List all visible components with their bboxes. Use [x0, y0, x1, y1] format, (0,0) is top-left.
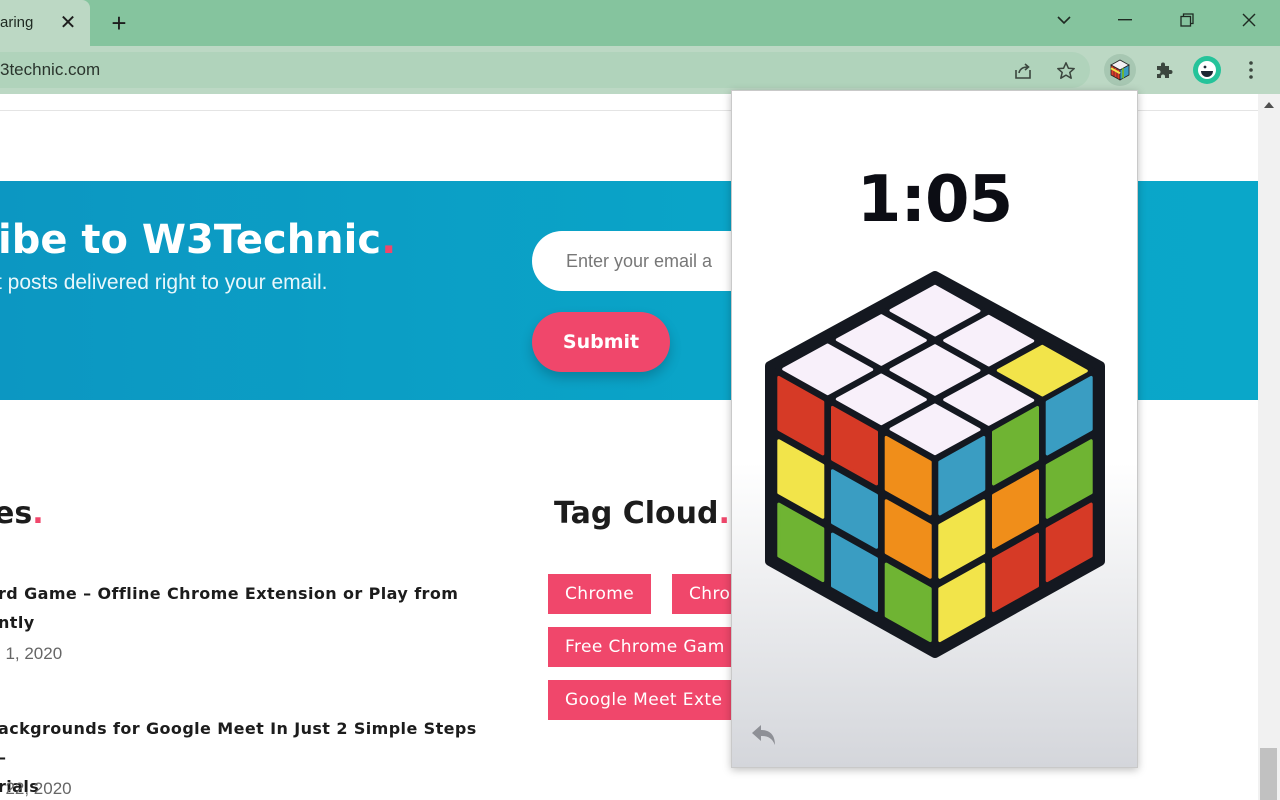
tab-search-button[interactable] [1034, 0, 1094, 40]
submit-button[interactable]: Submit [532, 312, 670, 372]
tab-close-icon[interactable]: ✕ [58, 10, 78, 34]
minimize-icon [1118, 19, 1132, 21]
post-date: : 1, 2020 [0, 644, 63, 663]
kebab-menu-icon [1249, 61, 1253, 79]
tab-title: aring [0, 14, 34, 31]
post-title-line: ntly [0, 613, 35, 632]
chevron-down-icon [1057, 16, 1071, 25]
page-scrollbar[interactable] [1258, 94, 1280, 800]
restore-icon [1180, 13, 1194, 27]
recent-posts-title-text: es [0, 496, 33, 531]
minimize-button[interactable] [1095, 0, 1155, 40]
active-tab[interactable]: aring ✕ [0, 0, 90, 46]
post-link[interactable]: rd Game – Offline Chrome Extension or Pl… [0, 579, 478, 637]
profile-avatar[interactable] [1191, 54, 1223, 86]
post-title-line: rd Game – Offline Chrome Extension or Pl… [0, 584, 459, 603]
post-title-line: rials [0, 777, 40, 796]
tag-cloud-title: Tag Cloud. [554, 496, 730, 531]
post-date: : 22, 2020 [0, 779, 72, 798]
subscribe-title-text: ibe to W3Technic [0, 217, 382, 263]
share-icon[interactable] [1011, 59, 1035, 83]
extensions-button[interactable] [1148, 54, 1180, 86]
tag-cloud-title-text: Tag Cloud [554, 496, 719, 531]
title-accent-dot: . [32, 496, 44, 531]
title-accent-dot: . [718, 496, 730, 531]
browser-titlebar: aring ✕ + [0, 0, 1280, 46]
scroll-thumb[interactable] [1260, 748, 1277, 800]
restore-button[interactable] [1157, 0, 1217, 40]
close-window-button[interactable] [1219, 0, 1279, 40]
tag-free-chrome-games[interactable]: Free Chrome Gam [548, 627, 748, 667]
rubiks-cube[interactable] [732, 91, 1137, 767]
undo-button[interactable] [750, 723, 778, 749]
cube-extension-popup: 1:05 [731, 90, 1138, 768]
url-text: 3technic.com [0, 60, 101, 79]
new-tab-button[interactable]: + [106, 8, 132, 38]
cube-extension-button[interactable] [1104, 54, 1136, 86]
post-title-line: ackgrounds for Google Meet In Just 2 Sim… [0, 719, 477, 767]
tag-google-meet-extensions[interactable]: Google Meet Exte [548, 680, 748, 720]
bookmark-star-icon[interactable] [1054, 59, 1078, 83]
recent-posts-title: es. [0, 496, 44, 531]
post-link[interactable]: ackgrounds for Google Meet In Just 2 Sim… [0, 714, 478, 800]
close-icon [1242, 13, 1256, 27]
browser-toolbar: 3technic.com [0, 46, 1280, 94]
browser-menu-button[interactable] [1235, 54, 1267, 86]
puzzle-icon [1157, 62, 1173, 78]
subscribe-subtitle: t posts delivered right to your email. [0, 271, 328, 294]
address-bar[interactable]: 3technic.com [0, 52, 1090, 88]
undo-icon [752, 725, 775, 745]
title-accent-dot: . [381, 217, 397, 263]
scroll-up-arrow-icon[interactable] [1264, 102, 1274, 108]
avatar-icon [1193, 56, 1221, 84]
subscribe-title: ibe to W3Technic. [0, 217, 396, 263]
tag-chrome[interactable]: Chrome [548, 574, 651, 614]
rubiks-cube-icon [1110, 59, 1130, 81]
